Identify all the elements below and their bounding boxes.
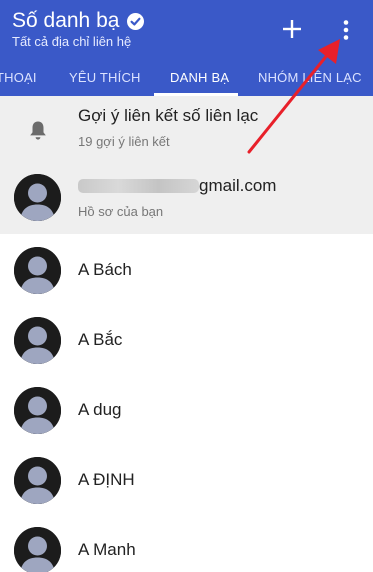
- more-vert-icon: [343, 20, 349, 40]
- list-item[interactable]: A Manh: [0, 515, 373, 572]
- email-domain: gmail.com: [199, 176, 277, 195]
- tab-contacts[interactable]: DANH BẠ: [170, 70, 229, 85]
- avatar: [14, 527, 61, 572]
- avatar: [14, 247, 61, 294]
- check-circle-icon: [127, 12, 145, 30]
- contact-name: A Manh: [78, 540, 136, 559]
- tab-groups[interactable]: NHÓM LIÊN LẠC: [258, 70, 362, 85]
- avatar: [14, 174, 61, 221]
- person-silhouette-icon: [14, 457, 61, 504]
- redacted-email-prefix: [78, 179, 199, 193]
- bell-icon: [30, 121, 46, 140]
- avatar: [14, 317, 61, 364]
- add-contact-button[interactable]: [279, 16, 305, 42]
- plus-icon: [283, 20, 301, 38]
- list-item[interactable]: A dug: [0, 375, 373, 445]
- profile-subtitle: Hồ sơ của bạn: [78, 204, 164, 219]
- avatar: [14, 457, 61, 504]
- contact-name: A Bắc: [78, 330, 123, 349]
- app-bar: Số danh bạ Tất cả địa chỉ liên hệ THOẠI …: [0, 0, 373, 96]
- person-silhouette-icon: [14, 247, 61, 294]
- person-silhouette-icon: [14, 317, 61, 364]
- profile-email: gmail.com: [78, 176, 276, 196]
- contact-name: A ĐỊNH: [78, 470, 135, 489]
- link-suggestions-row[interactable]: Gợi ý liên kết số liên lạc 19 gợi ý liên…: [0, 96, 373, 162]
- contact-name: A dug: [78, 400, 122, 419]
- contact-name: A Bách: [78, 260, 132, 279]
- title-row[interactable]: Số danh bạ: [12, 9, 145, 33]
- tab-favorites[interactable]: YÊU THÍCH: [69, 70, 141, 85]
- person-silhouette-icon: [14, 387, 61, 434]
- tab-bar: THOẠI YÊU THÍCH DANH BẠ NHÓM LIÊN LẠC: [0, 62, 373, 96]
- avatar: [14, 387, 61, 434]
- list-item[interactable]: A Bắc: [0, 305, 373, 375]
- list-item[interactable]: A Bách: [0, 235, 373, 305]
- person-silhouette-icon: [14, 174, 61, 221]
- more-options-button[interactable]: [334, 16, 358, 44]
- my-profile-row[interactable]: gmail.com Hồ sơ của bạn: [0, 162, 373, 234]
- list-item[interactable]: A ĐỊNH: [0, 445, 373, 515]
- suggestions-title: Gợi ý liên kết số liên lạc: [78, 106, 259, 125]
- suggestions-count: 19 gợi ý liên kết: [78, 134, 170, 149]
- person-silhouette-icon: [14, 527, 61, 572]
- page-title: Số danh bạ: [12, 9, 120, 32]
- tab-calls[interactable]: THOẠI: [0, 70, 37, 85]
- account-filter-subtitle: Tất cả địa chỉ liên hệ: [12, 34, 132, 49]
